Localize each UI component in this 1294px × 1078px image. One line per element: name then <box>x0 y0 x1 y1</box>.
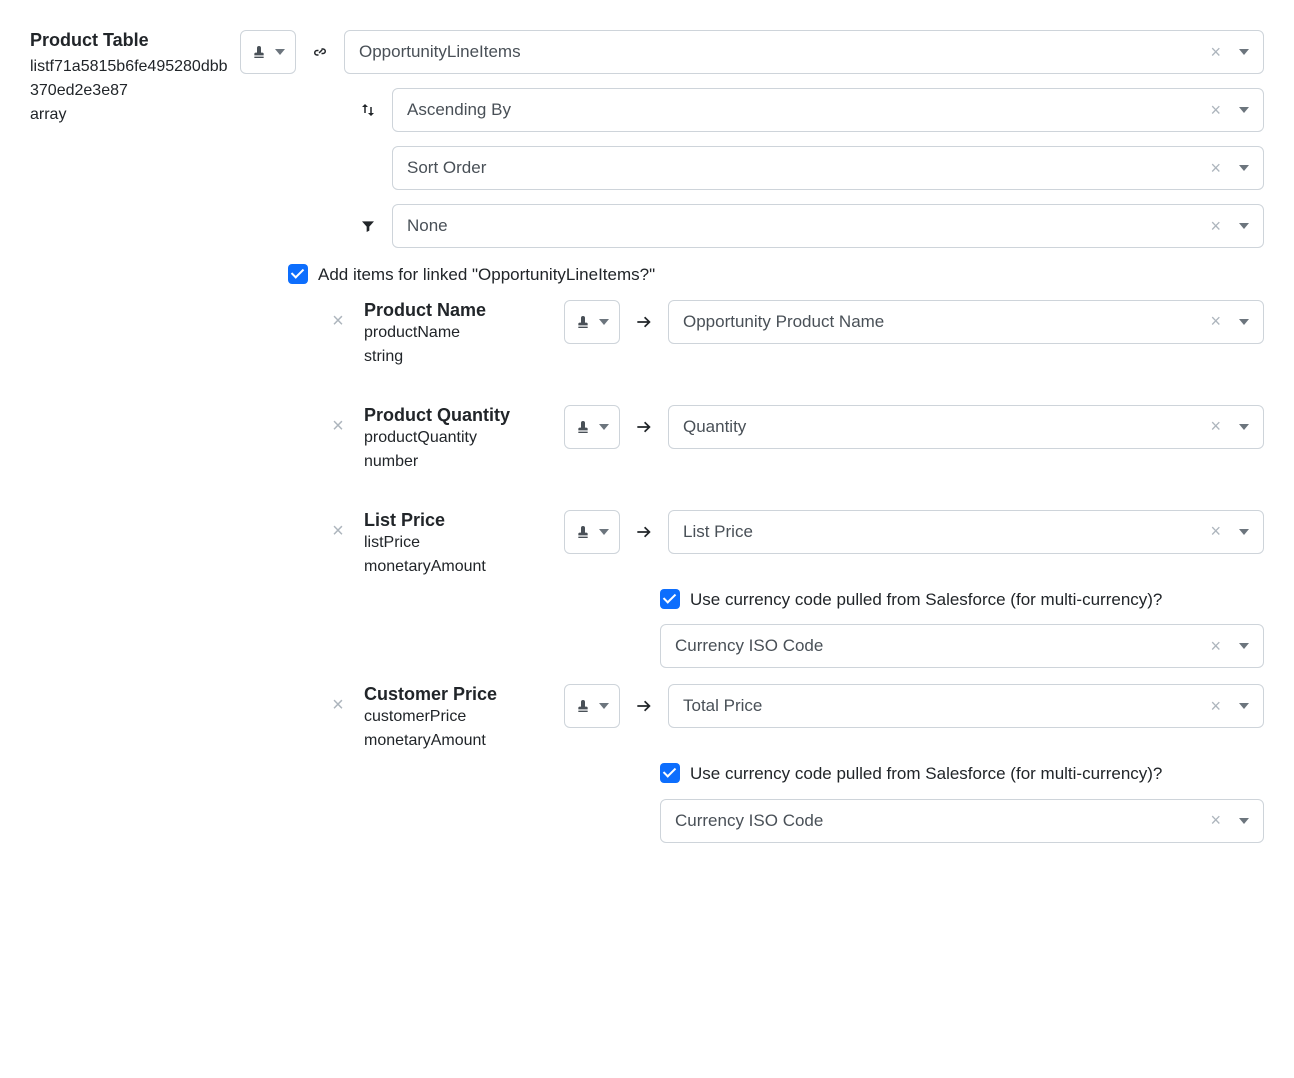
target-field-select[interactable]: Total Price× <box>668 684 1264 728</box>
clear-icon[interactable]: × <box>1210 100 1221 121</box>
sort-direction-select[interactable]: Ascending By × <box>392 88 1264 132</box>
sort-field-select[interactable]: Sort Order × <box>392 146 1264 190</box>
field-title: Product Table <box>30 30 230 51</box>
remove-field-button[interactable]: × <box>320 684 356 717</box>
chevron-down-icon <box>1239 107 1249 113</box>
arrow-right-icon <box>634 312 654 332</box>
chevron-down-icon <box>1239 424 1249 430</box>
arrow-right-icon <box>634 696 654 716</box>
target-field-select[interactable]: List Price× <box>668 510 1264 554</box>
clear-icon[interactable]: × <box>1210 696 1221 717</box>
remove-field-button[interactable]: × <box>320 510 356 543</box>
clear-icon[interactable]: × <box>1210 158 1221 179</box>
field-id: listf71a5815b6fe495280dbb370ed2e3e87 <box>30 55 230 103</box>
field-title: List Price <box>364 510 556 531</box>
target-field-select[interactable]: Opportunity Product Name× <box>668 300 1264 344</box>
currency-code-select[interactable]: Currency ISO Code× <box>660 799 1264 843</box>
field-type: array <box>30 103 230 127</box>
stamp-icon <box>575 698 591 714</box>
use-currency-checkbox[interactable] <box>660 763 680 783</box>
filter-select[interactable]: None × <box>392 204 1264 248</box>
clear-icon[interactable]: × <box>1210 311 1221 332</box>
chevron-down-icon <box>599 319 609 325</box>
field-title: Customer Price <box>364 684 556 705</box>
chevron-down-icon <box>1239 529 1249 535</box>
source-type-button[interactable] <box>564 510 620 554</box>
arrow-right-icon <box>634 522 654 542</box>
field-key: productName <box>364 321 556 345</box>
currency-code-select[interactable]: Currency ISO Code× <box>660 624 1264 668</box>
field-key: listPrice <box>364 531 556 555</box>
chevron-down-icon <box>599 703 609 709</box>
source-type-button[interactable] <box>564 684 620 728</box>
source-type-button[interactable] <box>564 405 620 449</box>
clear-icon[interactable]: × <box>1210 636 1221 657</box>
stamp-icon <box>251 44 267 60</box>
use-currency-checkbox[interactable] <box>660 589 680 609</box>
add-items-checkbox[interactable] <box>288 264 308 284</box>
field-datatype: string <box>364 345 556 369</box>
chevron-down-icon <box>1239 643 1249 649</box>
target-field-select[interactable]: Quantity× <box>668 405 1264 449</box>
field-datatype: monetaryAmount <box>364 729 556 753</box>
field-mapping-row: × Customer PricecustomerPricemonetaryAmou… <box>320 684 1264 753</box>
clear-icon[interactable]: × <box>1210 521 1221 542</box>
add-items-label: Add items for linked "OpportunityLineIte… <box>318 262 655 288</box>
chevron-down-icon <box>1239 319 1249 325</box>
chevron-down-icon <box>1239 165 1249 171</box>
use-currency-label: Use currency code pulled from Salesforce… <box>690 587 1162 613</box>
filter-icon <box>350 204 386 248</box>
remove-field-button[interactable]: × <box>320 300 356 333</box>
chevron-down-icon <box>1239 703 1249 709</box>
field-header: Product Table listf71a5815b6fe495280dbb3… <box>30 30 240 127</box>
source-type-button[interactable] <box>240 30 296 74</box>
clear-icon[interactable]: × <box>1210 216 1221 237</box>
field-mapping-row: × Product QuantityproductQuantitynumber Qu… <box>320 405 1264 474</box>
field-datatype: monetaryAmount <box>364 555 556 579</box>
field-title: Product Name <box>364 300 556 321</box>
field-datatype: number <box>364 450 556 474</box>
use-currency-label: Use currency code pulled from Salesforce… <box>690 761 1162 787</box>
chevron-down-icon <box>1239 223 1249 229</box>
chevron-down-icon <box>275 49 285 55</box>
chevron-down-icon <box>1239 818 1249 824</box>
arrow-right-icon <box>634 417 654 437</box>
chevron-down-icon <box>1239 49 1249 55</box>
clear-icon[interactable]: × <box>1210 416 1221 437</box>
sort-icon <box>350 88 386 132</box>
stamp-icon <box>575 419 591 435</box>
chevron-down-icon <box>599 529 609 535</box>
main-object-select[interactable]: OpportunityLineItems × <box>344 30 1264 74</box>
clear-icon[interactable]: × <box>1210 42 1221 63</box>
chevron-down-icon <box>599 424 609 430</box>
stamp-icon <box>575 524 591 540</box>
field-key: productQuantity <box>364 426 556 450</box>
field-mapping-row: × Product NameproductNamestring Opportunit… <box>320 300 1264 369</box>
field-key: customerPrice <box>364 705 556 729</box>
clear-icon[interactable]: × <box>1210 810 1221 831</box>
remove-field-button[interactable]: × <box>320 405 356 438</box>
field-title: Product Quantity <box>364 405 556 426</box>
source-type-button[interactable] <box>564 300 620 344</box>
link-icon <box>302 30 338 74</box>
stamp-icon <box>575 314 591 330</box>
field-mapping-row: × List PricelistPricemonetaryAmount List P… <box>320 510 1264 579</box>
